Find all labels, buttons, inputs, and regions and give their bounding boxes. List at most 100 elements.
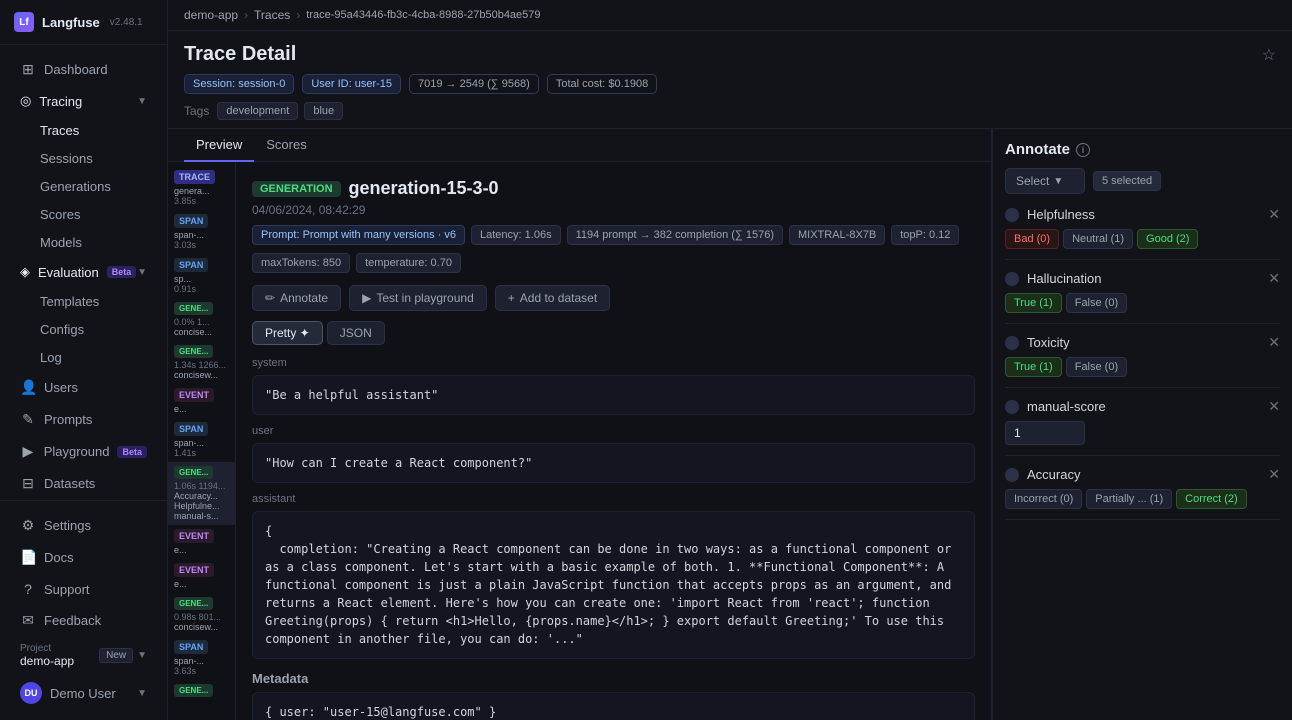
sidebar-item-sessions[interactable]: Sessions	[6, 145, 161, 172]
hallucination-false-option[interactable]: False (0)	[1066, 293, 1127, 313]
user-menu[interactable]: DU Demo User ▼	[6, 675, 161, 711]
toxicity-options: True (1) False (0)	[1005, 357, 1280, 377]
generations-label: Generations	[40, 179, 111, 194]
helpfulness-good-option[interactable]: Good (2)	[1137, 229, 1198, 249]
event-badge2: EVENT	[174, 529, 214, 543]
datasets-label: Datasets	[44, 476, 95, 491]
avatar: DU	[20, 682, 42, 704]
breadcrumb-traces[interactable]: Traces	[254, 8, 290, 22]
accuracy-row: Accuracy ✕ Incorrect (0) Partially ... (…	[1005, 466, 1280, 520]
tab-scores[interactable]: Scores	[254, 129, 318, 162]
toxicity-false-option[interactable]: False (0)	[1066, 357, 1127, 377]
sidebar-item-users[interactable]: 👤 Users	[6, 372, 161, 403]
tree-item-trace[interactable]: TRACE genera... 3.85s	[168, 166, 235, 210]
annotate-panel: Annotate i Select ▼ 5 selected Helpfulne…	[992, 129, 1292, 720]
tab-preview[interactable]: Preview	[184, 129, 254, 162]
helpfulness-neutral-option[interactable]: Neutral (1)	[1063, 229, 1133, 249]
sessions-label: Sessions	[40, 151, 93, 166]
new-project-btn[interactable]: New	[99, 648, 133, 663]
sidebar-item-playground[interactable]: ▶ Playground Beta	[6, 436, 161, 467]
sidebar-item-templates[interactable]: Templates	[6, 288, 161, 315]
test-in-playground-button[interactable]: ▶ Test in playground	[349, 285, 487, 311]
tree-item-event2[interactable]: EVENT e...	[168, 525, 235, 559]
manual-score-input[interactable]	[1005, 421, 1085, 445]
tree-item-gen3[interactable]: GENE... 1.06s 1194... Accuracy... Helpfu…	[168, 462, 235, 525]
manual-score-label: manual-score	[1027, 399, 1106, 414]
annotate-select-dropdown[interactable]: Select ▼	[1005, 168, 1085, 194]
evaluation-beta-badge: Beta	[107, 266, 137, 278]
prompt-badge: Prompt: Prompt with many versions · v6	[252, 225, 465, 245]
accuracy-partially-option[interactable]: Partially ... (1)	[1086, 489, 1172, 509]
trace-split: TRACE genera... 3.85s SPAN span-... 3.03…	[168, 162, 991, 720]
sidebar-item-datasets[interactable]: ⊟ Datasets	[6, 468, 161, 499]
span-badge: SPAN	[174, 214, 208, 228]
tree-item-gen4[interactable]: GENE... 0.98s 801... concisew...	[168, 593, 235, 636]
trace-panel: Preview Scores TRACE genera... 3.85s SPA…	[168, 129, 992, 720]
gen-meta: Prompt: Prompt with many versions · v6 L…	[252, 225, 975, 245]
docs-label: Docs	[44, 550, 74, 565]
gen-badge5: GENE...	[174, 684, 213, 697]
gen-title: generation-15-3-0	[349, 178, 499, 199]
sidebar-item-docs[interactable]: 📄 Docs	[6, 542, 161, 573]
sidebar-item-tracing[interactable]: ◎ Tracing ▼	[6, 86, 161, 116]
sidebar-item-log[interactable]: Log	[6, 344, 161, 371]
format-pretty-tab[interactable]: Pretty ✦	[252, 321, 323, 345]
tree-item-gen1[interactable]: GENE... 0.0% 1... concise...	[168, 298, 235, 341]
sidebar-item-configs[interactable]: Configs	[6, 316, 161, 343]
users-icon: 👤	[20, 379, 36, 396]
toxicity-true-option[interactable]: True (1)	[1005, 357, 1062, 377]
add-to-dataset-button[interactable]: + Add to dataset	[495, 285, 610, 311]
sidebar-item-dashboard[interactable]: ⊞ Dashboard	[6, 54, 161, 85]
event-badge1: EVENT	[174, 388, 214, 402]
sidebar-item-settings[interactable]: ⚙ Settings	[6, 510, 161, 541]
settings-icon: ⚙	[20, 517, 36, 534]
tracing-icon: ◎	[20, 93, 31, 109]
sidebar-item-evaluation[interactable]: ◈ Evaluation Beta ▼	[6, 257, 161, 287]
sidebar-item-scores[interactable]: Scores	[6, 201, 161, 228]
breadcrumb-trace-id: trace-95a43446-fb3c-4cba-8988-27b50b4ae5…	[306, 9, 540, 21]
tokens-badge: 7019 → 2549 (∑ 9568)	[409, 74, 539, 94]
sidebar-item-generations[interactable]: Generations	[6, 173, 161, 200]
star-button[interactable]: ☆	[1262, 45, 1276, 65]
toxicity-close-btn[interactable]: ✕	[1268, 334, 1280, 351]
gen-type-badge: GENERATION	[252, 181, 341, 197]
hallucination-close-btn[interactable]: ✕	[1268, 270, 1280, 287]
sidebar-nav: ⊞ Dashboard ◎ Tracing ▼ Traces Sessions …	[0, 45, 167, 500]
tree-item-gen5[interactable]: GENE...	[168, 680, 235, 703]
sidebar-item-traces[interactable]: Traces	[6, 117, 161, 144]
sidebar-item-models[interactable]: Models	[6, 229, 161, 256]
gen-timestamp: 04/06/2024, 08:42:29	[252, 203, 975, 217]
helpfulness-close-btn[interactable]: ✕	[1268, 206, 1280, 223]
tree-item-gen2[interactable]: GENE... 1.34s 1266... concisew...	[168, 341, 235, 384]
sidebar-item-feedback[interactable]: ✉ Feedback	[6, 605, 161, 636]
hallucination-row: Hallucination ✕ True (1) False (0)	[1005, 270, 1280, 324]
accuracy-chat-icon	[1005, 468, 1019, 482]
tree-item-span1[interactable]: SPAN span-... 3.03s	[168, 210, 235, 254]
breadcrumb-sep2: ›	[296, 8, 300, 22]
gen-badge3: GENE...	[174, 466, 213, 479]
hallucination-true-option[interactable]: True (1)	[1005, 293, 1062, 313]
tree-item-span4[interactable]: SPAN span-... 3.63s	[168, 636, 235, 680]
sidebar-item-support[interactable]: ? Support	[6, 574, 161, 604]
manual-score-close-btn[interactable]: ✕	[1268, 398, 1280, 415]
format-json-tab[interactable]: JSON	[327, 321, 385, 345]
playground-icon: ▶	[20, 443, 36, 460]
dashboard-icon: ⊞	[20, 61, 36, 78]
main-content: demo-app › Traces › trace-95a43446-fb3c-…	[168, 0, 1292, 720]
tree-item-event3[interactable]: EVENT e...	[168, 559, 235, 593]
project-selector[interactable]: Project demo-app New ▼	[6, 637, 161, 674]
manual-score-row: manual-score ✕	[1005, 398, 1280, 456]
tree-item-span2[interactable]: SPAN sp... 0.91s	[168, 254, 235, 298]
accuracy-close-btn[interactable]: ✕	[1268, 466, 1280, 483]
select-chevron: ▼	[1053, 176, 1063, 187]
accuracy-incorrect-option[interactable]: Incorrect (0)	[1005, 489, 1082, 509]
breadcrumb-demo-app[interactable]: demo-app	[184, 8, 238, 22]
sidebar-item-prompts[interactable]: ✎ Prompts	[6, 404, 161, 435]
tree-item-span3[interactable]: SPAN span-... 1.41s	[168, 418, 235, 462]
annotate-button[interactable]: ✏ Annotate	[252, 285, 341, 311]
accuracy-correct-option[interactable]: Correct (2)	[1176, 489, 1247, 509]
helpfulness-bad-option[interactable]: Bad (0)	[1005, 229, 1059, 249]
playground-beta-badge: Beta	[117, 446, 147, 458]
tree-item-event1[interactable]: EVENT e...	[168, 384, 235, 418]
logo-area: Lf Langfuse v2.48.1	[0, 0, 167, 45]
